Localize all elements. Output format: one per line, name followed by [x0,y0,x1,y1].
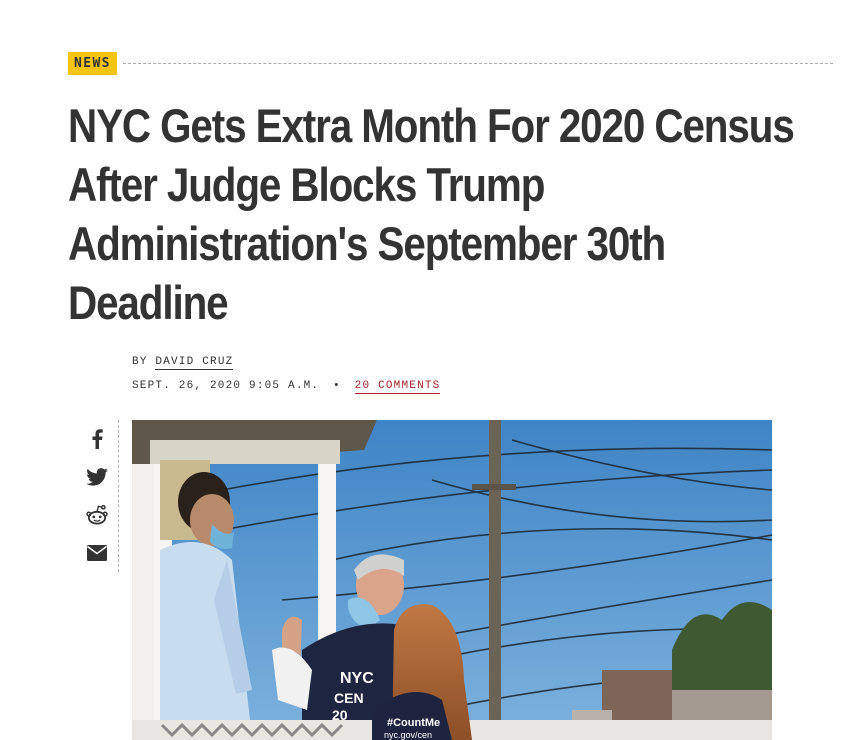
section-tag[interactable]: NEWS [68,52,117,75]
byline-prefix: BY [132,356,148,368]
byline: BY DAVID CRUZ [132,356,234,370]
share-bar [82,420,120,572]
twitter-icon[interactable] [84,464,110,490]
separator-dot: • [333,380,341,392]
dateline: SEPT. 26, 2020 9:05 A.M. • 20 COMMENTS [132,380,441,394]
facebook-icon[interactable] [84,426,110,452]
shirt-text-countme: #CountMe [387,717,440,729]
section-tagline: NEWS [68,52,833,76]
article-photo: NYC CEN 20 #CountMe nyc.gov/cen [132,420,772,740]
reddit-icon[interactable] [84,502,110,528]
shirt-text-census: CEN [334,690,364,706]
share-divider [118,420,119,572]
shirt-text-url: nyc.gov/cen [384,730,432,740]
article-headline: NYC Gets Extra Month For 2020 Census Aft… [68,99,795,329]
email-icon[interactable] [84,540,110,566]
publish-date: SEPT. 26, 2020 9:05 A.M. [132,380,320,392]
author-link[interactable]: DAVID CRUZ [155,356,234,370]
comments-link[interactable]: 20 COMMENTS [354,380,441,394]
divider [123,63,833,64]
shirt-text-nyc: NYC [340,670,374,687]
utility-pole [489,420,501,740]
shirt-text-year: 20 [332,707,348,723]
